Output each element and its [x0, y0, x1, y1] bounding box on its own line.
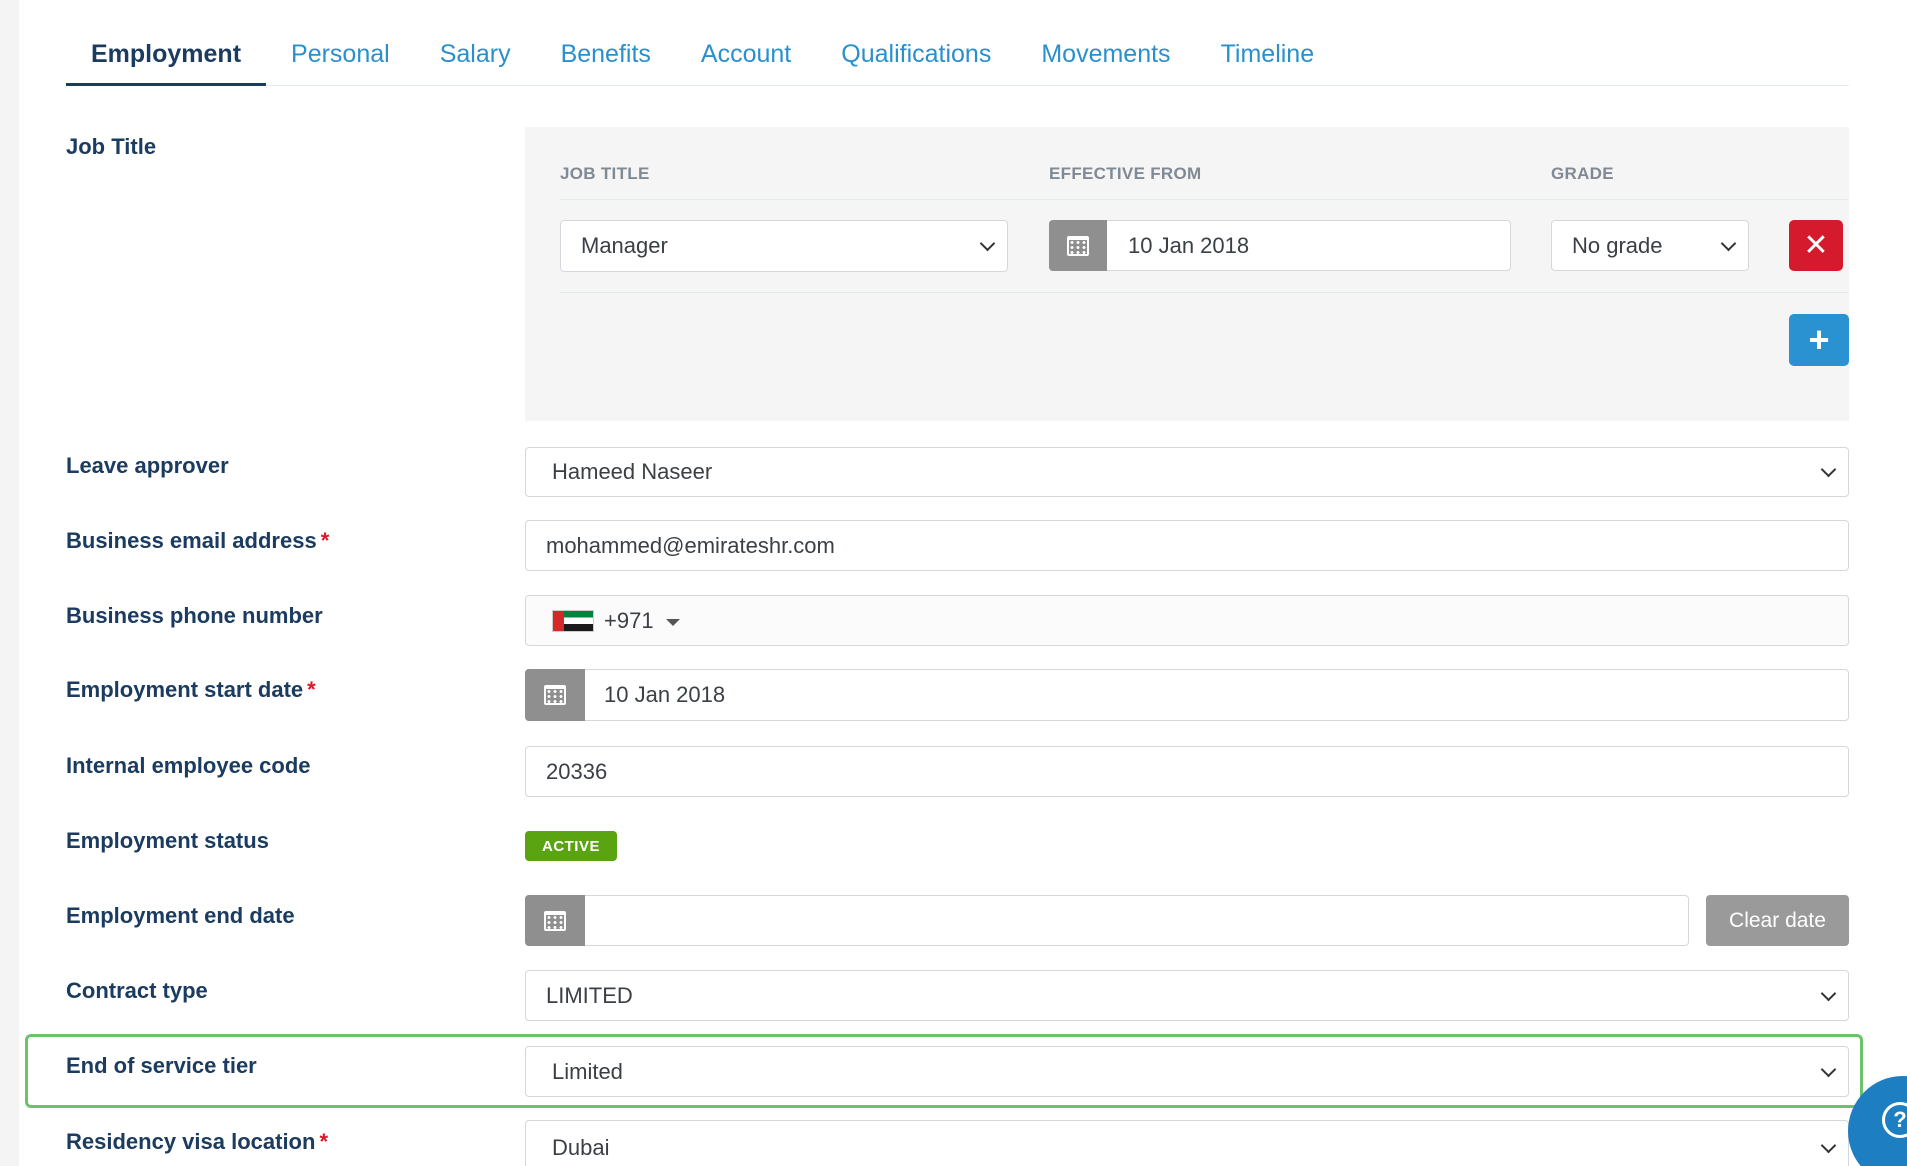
business-phone-label: Business phone number [66, 603, 323, 628]
tab-account[interactable]: Account [676, 30, 816, 86]
end-of-service-label: End of service tier [66, 1053, 257, 1078]
profile-tabs: Employment Personal Salary Benefits Acco… [66, 30, 1849, 86]
job-title-value: Manager [581, 233, 668, 258]
job-title-select[interactable]: Manager [560, 220, 1008, 272]
caret-down-icon[interactable] [665, 619, 680, 626]
effective-from-column-header: EFFECTIVE FROM [1049, 164, 1202, 183]
business-email-input[interactable]: mohammed@emirateshr.com [525, 520, 1849, 571]
chevron-down-icon [1820, 1061, 1837, 1077]
chevron-down-icon [979, 235, 996, 252]
grade-select[interactable]: No grade [1551, 220, 1749, 271]
leave-approver-label: Leave approver [66, 453, 229, 478]
employment-status-label: Employment status [66, 828, 269, 853]
close-icon: ✕ [1803, 229, 1829, 262]
residency-visa-select[interactable]: Dubai [525, 1120, 1849, 1166]
residency-visa-label-text: Residency visa location [66, 1129, 316, 1154]
grade-column-header: GRADE [1551, 164, 1614, 183]
delete-job-title-button[interactable]: ✕ [1789, 220, 1843, 271]
plus-icon: + [1808, 319, 1830, 360]
tab-benefits[interactable]: Benefits [536, 30, 676, 86]
calendar-icon [1067, 235, 1089, 256]
employment-end-calendar-button[interactable] [525, 895, 585, 946]
tab-qualifications[interactable]: Qualifications [816, 30, 1016, 86]
end-of-service-select[interactable]: Limited [525, 1046, 1849, 1097]
internal-code-value: 20336 [546, 758, 608, 784]
residency-visa-label: Residency visa location * [66, 1129, 328, 1155]
calendar-icon [544, 910, 566, 931]
tab-employment[interactable]: Employment [66, 30, 267, 86]
clear-date-button[interactable]: Clear date [1706, 895, 1849, 946]
divider [560, 292, 1849, 293]
job-title-column-header: JOB TITLE [560, 164, 650, 183]
leave-approver-select[interactable]: Hameed Naseer [525, 447, 1849, 497]
internal-code-label: Internal employee code [66, 753, 311, 778]
business-email-label: Business email address * [66, 528, 329, 554]
employment-start-calendar-button[interactable] [525, 669, 585, 721]
tab-movements[interactable]: Movements [1016, 30, 1195, 86]
business-phone-input[interactable]: +971 [525, 595, 1849, 646]
status-badge: ACTIVE [525, 831, 617, 861]
business-email-value: mohammed@emirateshr.com [546, 532, 835, 558]
contract-type-select[interactable]: LIMITED [525, 970, 1849, 1021]
job-title-label: Job Title [66, 134, 157, 159]
chevron-down-icon [1820, 461, 1837, 478]
chevron-down-icon [1820, 985, 1837, 1001]
end-of-service-value: Limited [552, 1058, 623, 1084]
uae-flag-icon [552, 609, 594, 632]
tab-personal[interactable]: Personal [266, 30, 415, 86]
effective-from-field[interactable]: 10 Jan 2018 [1049, 220, 1511, 271]
chevron-down-icon [1820, 1137, 1837, 1154]
residency-visa-value: Dubai [552, 1135, 610, 1160]
business-email-label-text: Business email address [66, 528, 317, 553]
required-marker: * [307, 677, 316, 702]
grade-value: No grade [1572, 232, 1663, 258]
leave-approver-value: Hameed Naseer [552, 459, 713, 484]
divider [560, 199, 1849, 200]
effective-from-calendar-button[interactable] [1049, 220, 1107, 271]
employment-start-label-text: Employment start date [66, 677, 304, 702]
required-marker: * [319, 1129, 328, 1154]
employment-start-label: Employment start date * [66, 677, 316, 703]
add-job-title-button[interactable]: + [1789, 314, 1849, 366]
country-code[interactable]: +971 [604, 608, 654, 634]
chevron-down-icon [1720, 235, 1737, 251]
tab-salary[interactable]: Salary [415, 30, 536, 86]
employment-start-date-field[interactable]: 10 Jan 2018 [525, 669, 1849, 721]
internal-code-input[interactable]: 20336 [525, 746, 1849, 797]
contract-type-value: LIMITED [546, 982, 633, 1008]
contract-type-label: Contract type [66, 978, 208, 1003]
employment-end-date-field[interactable] [525, 895, 1689, 946]
calendar-icon [544, 685, 566, 705]
tab-timeline[interactable]: Timeline [1196, 30, 1340, 86]
required-marker: * [320, 528, 330, 553]
employment-end-label: Employment end date [66, 903, 295, 928]
